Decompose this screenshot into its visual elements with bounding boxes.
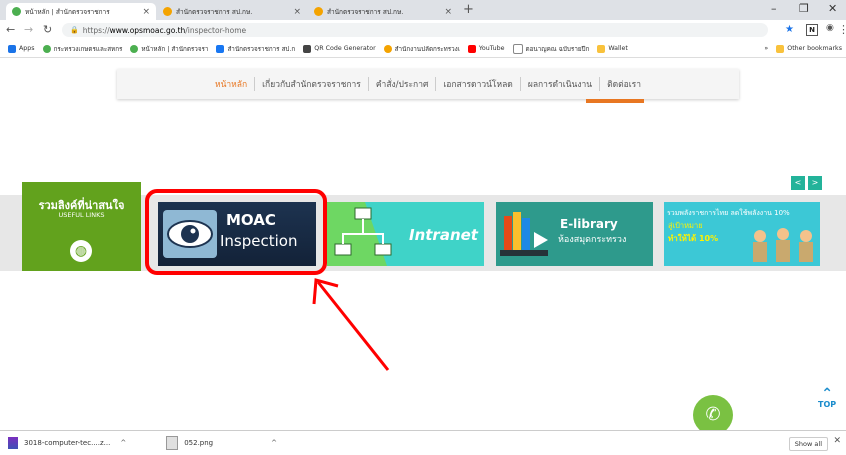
nav-about[interactable]: เกี่ยวกับสำนักตรวจราชการ [254, 77, 368, 91]
close-downloads-icon[interactable]: ✕ [833, 436, 841, 446]
bookmark-item[interactable]: Wallet [597, 44, 628, 53]
nav-contact[interactable]: ติดต่อเรา [599, 77, 648, 91]
download-item[interactable]: 052.png ^ [166, 436, 277, 450]
bookmark-other[interactable]: » Other bookmarks [764, 44, 842, 53]
elibrary-banner[interactable]: E-library ห้องสมุดกระทรวง [496, 202, 653, 266]
download-name: 3018-computer-tec....z... [24, 439, 111, 447]
omnibox[interactable]: 🔒 https://www.opsmoac.go.th/inspector-ho… [62, 23, 768, 37]
bookmark-apps[interactable]: Apps [8, 44, 35, 53]
tab-title: สำนักตรวจราชการ สป.กษ. [327, 7, 404, 16]
tab-title: สำนักตรวจราชการ สป.กษ. [176, 7, 253, 16]
site-icon [383, 44, 392, 53]
reload-icon[interactable]: ↻ [43, 23, 52, 36]
downloads-bar: 3018-computer-tec....z... ^ 052.png ^ Sh… [0, 430, 846, 455]
youtube-icon [467, 44, 476, 53]
phone-icon[interactable]: ✆ [693, 395, 733, 430]
intranet-banner[interactable]: Intranet [327, 202, 484, 266]
books-icon [500, 212, 548, 256]
close-tab-icon[interactable]: × [444, 7, 452, 17]
tab-strip: หน้าหลัก | สำนักตรวจราชการ × สำนักตรวจรา… [0, 0, 846, 20]
folder-icon [597, 44, 606, 53]
apps-grid-icon [8, 44, 16, 53]
url-text: https://www.opsmoac.go.th/inspector-home [82, 25, 247, 35]
globe-icon: ◍ [70, 240, 92, 262]
qr-icon [303, 44, 312, 53]
bookmark-item[interactable]: สำนักตรวจราชการ สป.ก [216, 44, 295, 54]
bookmark-item[interactable]: ตอนาญคณ ฉบับรายปีก [512, 43, 589, 54]
extension-icon[interactable]: N [806, 24, 818, 36]
download-name: 052.png [184, 439, 214, 447]
nav-orders[interactable]: คำสั่ง/ประกาศ [367, 77, 436, 91]
useful-links-subtitle: USEFUL LINKS [58, 211, 105, 219]
elibrary-subtitle: ห้องสมุดกระทรวง [558, 235, 627, 245]
site-icon [42, 44, 51, 53]
browser-tab-3[interactable]: สำนักตรวจราชการ สป.กษ. × [308, 3, 458, 20]
bookmarks-bar: Apps กระทรวงเกษตรและสหกร หน้าหลัก | สำนั… [0, 40, 846, 58]
bookmark-star-icon[interactable]: ★ [785, 24, 794, 35]
site-icon [130, 44, 139, 53]
elibrary-title: E-library [560, 217, 618, 231]
chevron-up-icon[interactable]: ^ [271, 439, 277, 447]
web-page: หน้าหลัก เกี่ยวกับสำนักตรวจราชการ คำสั่ง… [0, 58, 846, 430]
back-icon[interactable]: ← [6, 23, 15, 36]
document-icon [512, 43, 523, 54]
profile-icon[interactable]: ◉ [826, 23, 834, 33]
folder-icon [776, 44, 785, 53]
bookmark-item[interactable]: YouTube [467, 44, 505, 53]
nav-downloads[interactable]: เอกสารดาวน์โหลด [435, 77, 519, 91]
bookmark-item[interactable]: หน้าหลัก | สำนักตรวจรา [130, 44, 208, 54]
nav-active-indicator [586, 99, 644, 103]
show-all-button[interactable]: Show all [788, 437, 828, 451]
forward-icon[interactable]: → [24, 23, 33, 36]
people-illustration-icon [753, 228, 813, 262]
new-tab-button[interactable]: + [463, 2, 474, 17]
energy-banner-line2: สู่เป้าหมาย [668, 221, 703, 230]
download-item[interactable]: 3018-computer-tec....z... ^ [8, 437, 126, 449]
energy-banner-line3: ทำให้ได้ 10% [668, 234, 719, 243]
maximize-icon[interactable]: ❐ [799, 2, 809, 15]
close-tab-icon[interactable]: × [142, 7, 150, 17]
energy-save-banner[interactable]: รวมพลังราชการไทย ลดใช้พลังงาน 10% สู่เป้… [664, 202, 820, 266]
arrow-annotation [312, 278, 390, 371]
nav-results[interactable]: ผลการดำเนินงาน [519, 77, 599, 91]
lock-icon: 🔒 [70, 26, 79, 34]
browser-tab-2[interactable]: สำนักตรวจราชการ สป.กษ. × [157, 3, 307, 20]
chevron-up-icon[interactable]: ^ [120, 439, 126, 447]
tab-favicon [163, 7, 172, 16]
tab-favicon [12, 7, 21, 16]
bookmark-item[interactable]: QR Code Generator [303, 44, 376, 53]
carousel-prev-button[interactable]: < [791, 176, 805, 190]
intranet-label: Intranet [409, 226, 478, 244]
image-file-icon [166, 436, 179, 450]
bookmark-item[interactable]: สำนักงานปลัดกระทรวงเ [383, 44, 460, 54]
close-tab-icon[interactable]: × [293, 7, 301, 17]
archive-file-icon [8, 437, 18, 449]
top-label: TOP [818, 400, 837, 409]
useful-links-box: รวมลิงค์ที่น่าสนใจ USEFUL LINKS ◍ [22, 182, 141, 271]
nav-home[interactable]: หน้าหลัก [208, 77, 254, 91]
facebook-icon [216, 44, 225, 53]
energy-banner-line1: รวมพลังราชการไทย ลดใช้พลังงาน 10% [667, 209, 790, 217]
menu-icon[interactable]: ⋮ [838, 23, 846, 36]
site-main-nav: หน้าหลัก เกี่ยวกับสำนักตรวจราชการ คำสั่ง… [117, 69, 739, 99]
bookmark-item[interactable]: กระทรวงเกษตรและสหกร [42, 44, 122, 54]
carousel-next-button[interactable]: > [808, 176, 822, 190]
minimize-icon[interactable]: – [771, 2, 777, 15]
network-icon [327, 202, 392, 266]
highlight-rectangle [145, 189, 327, 275]
close-window-icon[interactable]: ✕ [828, 2, 837, 15]
tab-title: หน้าหลัก | สำนักตรวจราชการ [25, 7, 110, 16]
address-toolbar: ← → ↻ 🔒 https://www.opsmoac.go.th/inspec… [0, 20, 846, 40]
back-to-top-button[interactable]: ⌃ TOP [818, 386, 837, 409]
chevron-up-icon: ⌃ [821, 386, 833, 402]
browser-tab-1[interactable]: หน้าหลัก | สำนักตรวจราชการ × [6, 3, 156, 20]
tab-favicon [314, 7, 323, 16]
